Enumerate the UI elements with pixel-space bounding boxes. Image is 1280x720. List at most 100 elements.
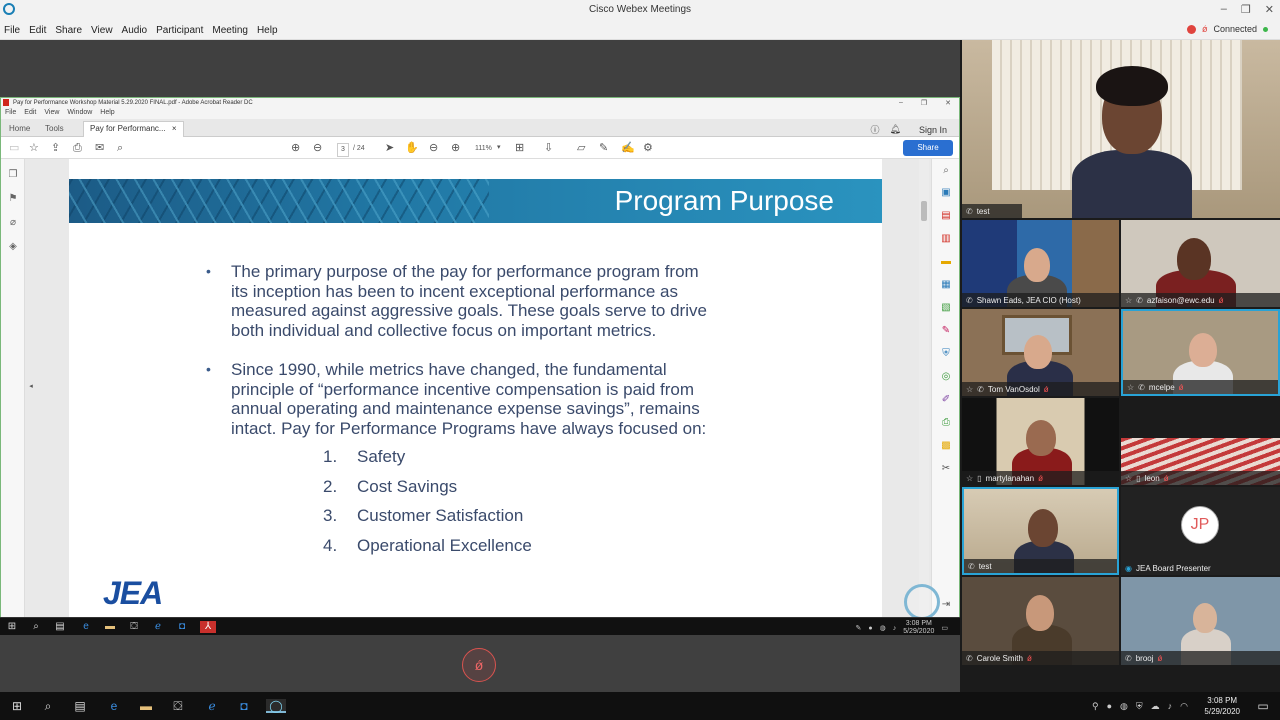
help-icon[interactable]: ⓘ: [871, 123, 880, 136]
acrobat-taskbar-icon[interactable]: ⅄: [200, 621, 216, 633]
fit-page-icon[interactable]: ⊞: [515, 142, 524, 154]
tab-tools[interactable]: Tools: [39, 122, 70, 135]
page-number-input[interactable]: 3: [337, 143, 349, 157]
ie-icon[interactable]: ℯ: [152, 621, 164, 633]
start-icon[interactable]: ⊞: [10, 699, 24, 713]
menu-help[interactable]: Help: [257, 25, 278, 36]
menu-edit[interactable]: Edit: [29, 25, 46, 36]
vertical-scrollbar[interactable]: [919, 159, 929, 620]
acrobat-menu-window[interactable]: Window: [67, 109, 92, 119]
notification-center-icon[interactable]: ▭: [1256, 699, 1270, 713]
bookmark-star-icon[interactable]: ☆: [29, 142, 39, 154]
acrobat-menu-file[interactable]: File: [5, 109, 16, 119]
more-tools-rail-icon[interactable]: ✂: [940, 463, 952, 475]
comment-icon[interactable]: ▱: [577, 142, 585, 154]
organize-pages-icon[interactable]: ▧: [940, 302, 952, 314]
page-thumbnails-icon[interactable]: ❐: [7, 169, 19, 181]
export-pdf-icon[interactable]: ▣: [940, 187, 952, 199]
tab-home[interactable]: Home: [3, 122, 36, 135]
task-view-icon[interactable]: ▤: [54, 621, 66, 633]
menu-meeting[interactable]: Meeting: [212, 25, 248, 36]
save-icon[interactable]: ▭: [9, 142, 19, 154]
acrobat-menu-help[interactable]: Help: [100, 109, 114, 119]
video-tile[interactable]: ☆ ▯ leon ǿ: [1121, 398, 1280, 485]
video-tile[interactable]: ✆ Shawn Eads, JEA CIO (Host): [962, 220, 1119, 307]
redact-icon[interactable]: ▩: [940, 440, 952, 452]
create-pdf-icon[interactable]: ▤: [940, 210, 952, 222]
page-down-icon[interactable]: ⊖: [313, 142, 322, 154]
attachments-icon[interactable]: ⌀: [7, 217, 19, 229]
acrobat-menu-view[interactable]: View: [44, 109, 59, 119]
video-tile[interactable]: JP ◉ JEA Board Presenter: [1121, 487, 1280, 575]
main-video-tile[interactable]: ✆ test: [962, 40, 1280, 218]
acrobat-menu-edit[interactable]: Edit: [24, 109, 36, 119]
search-icon[interactable]: ⌕: [117, 142, 123, 154]
optimize-icon[interactable]: ◎: [940, 371, 952, 383]
video-tile[interactable]: ✆ brooj ǿ: [1121, 577, 1280, 665]
file-explorer-icon[interactable]: ▬: [139, 699, 153, 713]
maximize-button[interactable]: ❐: [1241, 3, 1251, 16]
webex-taskbar-icon[interactable]: ◯: [266, 699, 286, 713]
ie-icon[interactable]: ℯ: [205, 699, 219, 713]
collapse-right-icon[interactable]: ⇥: [940, 599, 952, 611]
page-up-icon[interactable]: ⊕: [291, 142, 300, 154]
notification-bell-icon[interactable]: 🔔︎: [890, 124, 901, 135]
upload-icon[interactable]: ⇪: [51, 142, 60, 154]
sign-icon[interactable]: ✍: [621, 142, 635, 154]
taskbar-clock[interactable]: 3:08 PM 5/29/2020: [1204, 695, 1240, 717]
acrobat-maximize-button[interactable]: ❐: [921, 99, 927, 107]
prepare-form-icon[interactable]: ✐: [940, 394, 952, 406]
close-button[interactable]: ✕: [1265, 3, 1274, 16]
edge-icon[interactable]: e: [80, 621, 92, 633]
more-tools-icon[interactable]: ⚙: [643, 142, 653, 154]
store-icon[interactable]: ⛋: [171, 699, 185, 713]
menu-view[interactable]: View: [91, 25, 113, 36]
acrobat-minimize-button[interactable]: –: [899, 99, 903, 107]
sign-in-link[interactable]: Sign In: [919, 125, 947, 135]
outlook-icon[interactable]: ◘: [176, 621, 188, 633]
store-icon[interactable]: ⛋: [128, 621, 140, 633]
video-tile[interactable]: ☆ ✆ azfaison@ewc.edu ǿ: [1121, 220, 1280, 307]
fill-sign-icon[interactable]: ✎: [940, 325, 952, 337]
outlook-icon[interactable]: ◘: [237, 699, 251, 713]
comment-tool-icon[interactable]: ▬: [940, 256, 952, 268]
mute-toggle-button[interactable]: ǿ: [462, 648, 496, 682]
collapse-left-icon[interactable]: ◂: [25, 381, 37, 393]
pen-icon[interactable]: ✎: [599, 142, 608, 154]
bookmarks-icon[interactable]: ⚑: [7, 193, 19, 205]
scroll-mode-icon[interactable]: ⇩: [544, 142, 553, 154]
video-tile[interactable]: ☆ ✆ Tom VanOsdol ǿ: [962, 309, 1119, 396]
hand-tool-icon[interactable]: ✋: [405, 142, 419, 154]
zoom-search-icon[interactable]: ⌕: [940, 165, 952, 177]
layers-icon[interactable]: ◈: [7, 241, 19, 253]
protect-icon[interactable]: ⛨: [940, 348, 952, 360]
select-cursor-icon[interactable]: ➤: [385, 142, 394, 154]
task-view-icon[interactable]: ▤: [73, 699, 87, 713]
tab-close-icon[interactable]: ×: [172, 124, 177, 133]
edit-pdf-icon[interactable]: ▥: [940, 233, 952, 245]
acrobat-close-button[interactable]: ✕: [945, 99, 951, 107]
zoom-in-icon[interactable]: ⊕: [451, 142, 460, 154]
menu-share[interactable]: Share: [55, 25, 82, 36]
video-tile[interactable]: ✆ test: [962, 487, 1119, 575]
zoom-level-select[interactable]: 111%: [475, 143, 492, 155]
edge-icon[interactable]: e: [107, 699, 121, 713]
search-icon[interactable]: ⌕: [41, 699, 55, 713]
email-icon[interactable]: ✉: [95, 142, 104, 154]
chevron-down-icon[interactable]: ▾: [497, 142, 501, 154]
zoom-out-icon[interactable]: ⊖: [429, 142, 438, 154]
print-icon[interactable]: ⎙: [73, 142, 82, 154]
menu-participant[interactable]: Participant: [156, 25, 203, 36]
menu-audio[interactable]: Audio: [122, 25, 148, 36]
minimize-button[interactable]: –: [1221, 3, 1227, 16]
video-tile[interactable]: ✆ Carole Smith ǿ: [962, 577, 1119, 665]
tab-document[interactable]: Pay for Performanc... ×: [83, 121, 184, 137]
video-tile[interactable]: ☆ ▯ martylanahan ǿ: [962, 398, 1119, 485]
combine-files-icon[interactable]: ▦: [940, 279, 952, 291]
menu-file[interactable]: File: [4, 25, 20, 36]
share-button[interactable]: Share: [903, 140, 953, 156]
file-explorer-icon[interactable]: ▬: [104, 621, 116, 633]
print-production-icon[interactable]: ⎙: [940, 417, 952, 429]
scrollbar-thumb[interactable]: [921, 201, 927, 221]
video-tile[interactable]: ☆ ✆ mcelpe ǿ: [1121, 309, 1280, 396]
